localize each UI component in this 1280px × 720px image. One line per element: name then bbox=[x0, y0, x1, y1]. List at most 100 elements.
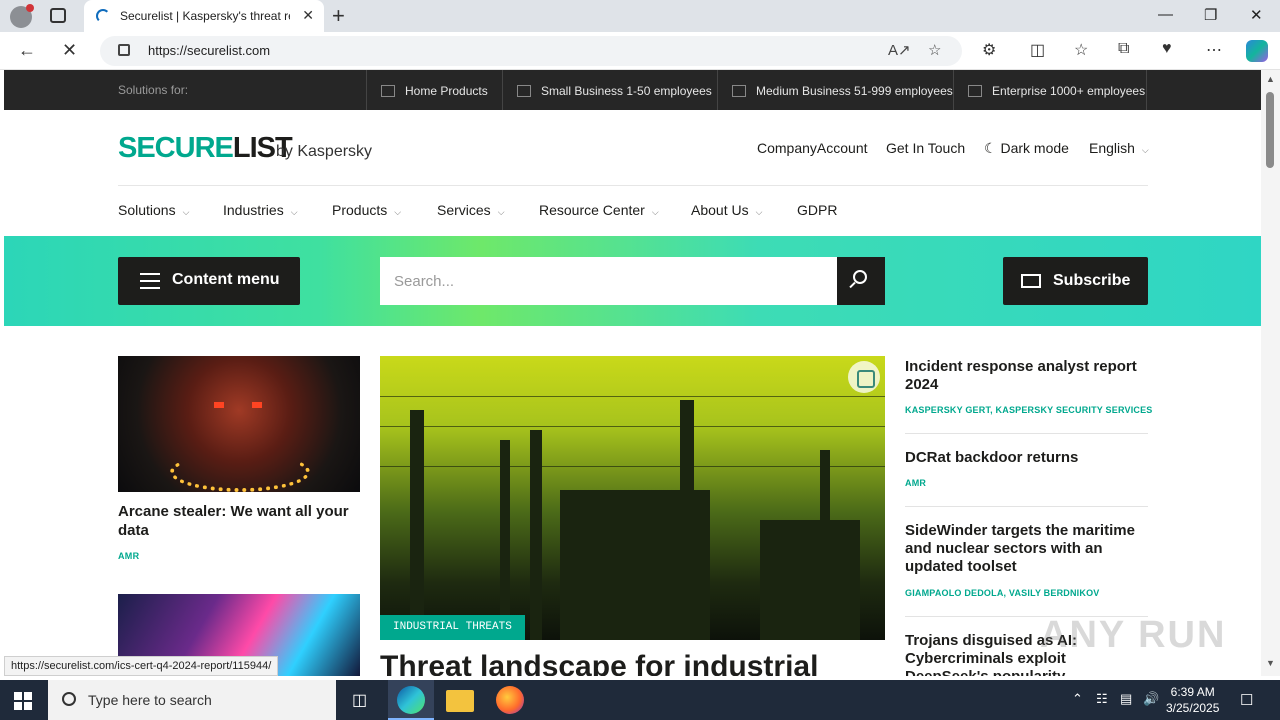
side-divider bbox=[905, 433, 1148, 434]
subscribe-button[interactable]: Subscribe bbox=[1003, 257, 1148, 305]
smokestack bbox=[410, 410, 424, 640]
company-account-link[interactable]: CompanyAccount bbox=[757, 140, 868, 156]
nav-resource-center[interactable]: Resource Center ⌵ bbox=[539, 202, 659, 218]
smokestack bbox=[530, 430, 542, 640]
scrollbar-thumb[interactable] bbox=[1266, 92, 1274, 168]
loading-spinner-icon bbox=[96, 9, 110, 23]
search-button[interactable] bbox=[837, 257, 885, 305]
language-selector[interactable]: English ⌵ bbox=[1089, 140, 1149, 156]
solutions-enterprise[interactable]: Enterprise 1000+ employees bbox=[953, 70, 1147, 110]
securelist-logo[interactable]: SECURELIST bbox=[118, 132, 293, 165]
nav-label: Industries bbox=[223, 202, 284, 218]
solutions-small-business[interactable]: Small Business 1-50 employees bbox=[502, 70, 717, 110]
copilot-icon[interactable] bbox=[1246, 40, 1268, 62]
task-view-icon[interactable]: ◫ bbox=[352, 690, 367, 710]
collections-icon[interactable]: ⧉ bbox=[1118, 40, 1129, 58]
featured-title[interactable]: Threat landscape for industrial bbox=[380, 650, 818, 676]
side-article-author[interactable]: GIAMPAOLO DEDOLA, VASILY BERDNIKOV bbox=[905, 588, 1100, 598]
category-tag[interactable]: INDUSTRIAL THREATS bbox=[380, 615, 525, 640]
browser-tab[interactable]: Securelist | Kaspersky's threat research… bbox=[84, 0, 324, 32]
new-tab-button[interactable]: + bbox=[332, 3, 345, 29]
edge-icon[interactable] bbox=[397, 686, 425, 714]
power-line bbox=[380, 426, 885, 427]
profile-avatar-icon[interactable] bbox=[10, 4, 34, 28]
nav-products[interactable]: Products ⌵ bbox=[332, 202, 401, 218]
taskbar-search[interactable]: Type here to search bbox=[48, 680, 336, 720]
tab-actions-icon[interactable] bbox=[50, 8, 66, 23]
read-aloud-icon[interactable]: A↗ bbox=[888, 41, 911, 59]
solutions-home-products[interactable]: Home Products bbox=[366, 70, 502, 110]
chevron-down-icon: ⌵ bbox=[182, 207, 190, 217]
tray-chevron-icon[interactable]: ⌃ bbox=[1072, 691, 1083, 707]
windows-taskbar: Type here to search ◫ ⌃ ☷ ▤ 🔊 6:39 AM 3/… bbox=[0, 680, 1280, 720]
smokestack bbox=[680, 400, 694, 640]
extensions-icon[interactable]: ⚙ bbox=[982, 40, 996, 60]
favorite-star-icon[interactable]: ☆ bbox=[928, 41, 941, 59]
featured-image[interactable] bbox=[380, 356, 885, 640]
favorites-icon[interactable]: ☆ bbox=[1074, 40, 1088, 60]
content-menu-button[interactable]: Content menu bbox=[118, 257, 300, 305]
side-article-title[interactable]: DCRat backdoor returns bbox=[905, 449, 1148, 467]
stop-loading-icon[interactable]: ✕ bbox=[62, 40, 77, 61]
power-line bbox=[380, 396, 885, 397]
solutions-bar: Solutions for: Home Products Small Busin… bbox=[4, 70, 1261, 110]
office-icon bbox=[732, 85, 746, 97]
dark-mode-toggle[interactable]: ☾ Dark mode bbox=[984, 140, 1069, 157]
side-article-author[interactable]: KASPERSKY GERT, KASPERSKY SECURITY SERVI… bbox=[905, 405, 1153, 415]
notifications-icon[interactable]: ☐ bbox=[1240, 691, 1253, 709]
power-line bbox=[380, 466, 885, 467]
hamburger-icon bbox=[140, 273, 160, 289]
tab-close-icon[interactable]: ✕ bbox=[302, 7, 314, 24]
volume-icon[interactable]: 🔊 bbox=[1143, 691, 1159, 707]
network-icon[interactable]: ▤ bbox=[1120, 691, 1132, 707]
moon-icon: ☾ bbox=[984, 140, 997, 156]
necklace-graphic bbox=[170, 452, 310, 492]
restore-button[interactable]: ❐ bbox=[1204, 6, 1217, 24]
close-window-button[interactable]: ✕ bbox=[1250, 6, 1263, 24]
nav-gdpr[interactable]: GDPR bbox=[797, 202, 837, 218]
article-title[interactable]: Arcane stealer: We want all your data bbox=[118, 502, 350, 540]
tray-device-icon[interactable]: ☷ bbox=[1096, 691, 1108, 707]
hero-band: Content menu Subscribe bbox=[4, 236, 1261, 326]
get-in-touch-link[interactable]: Get In Touch bbox=[886, 140, 965, 156]
arcane-stealer-image[interactable] bbox=[118, 356, 360, 492]
link-status-url: https://securelist.com/ics-cert-q4-2024-… bbox=[4, 656, 279, 676]
house-icon bbox=[381, 85, 395, 97]
lock-icon[interactable] bbox=[118, 44, 130, 56]
address-url[interactable]: https://securelist.com bbox=[148, 43, 270, 58]
factory-building bbox=[760, 520, 860, 640]
scroll-up-icon[interactable]: ▲ bbox=[1266, 74, 1275, 84]
visual-search-icon[interactable] bbox=[848, 361, 880, 393]
address-bar[interactable]: https://securelist.com A↗ ☆ bbox=[100, 36, 962, 66]
more-menu-icon[interactable]: ⋯ bbox=[1206, 40, 1222, 60]
nav-about-us[interactable]: About Us ⌵ bbox=[691, 202, 762, 218]
file-explorer-icon[interactable] bbox=[446, 690, 474, 712]
content-menu-label: Content menu bbox=[172, 271, 280, 288]
windows-start-icon[interactable] bbox=[14, 692, 32, 710]
search-icon bbox=[62, 692, 76, 706]
page-scrollbar[interactable]: ▲ ▼ bbox=[1261, 70, 1280, 676]
nav-solutions[interactable]: Solutions ⌵ bbox=[118, 202, 189, 218]
search-input[interactable] bbox=[380, 257, 837, 305]
smokestack bbox=[500, 440, 510, 640]
anyrun-watermark: ANY RUN bbox=[1040, 614, 1227, 656]
nav-label: Solutions bbox=[118, 202, 176, 218]
side-article-title[interactable]: Incident response analyst report 2024 bbox=[905, 358, 1148, 394]
minimize-button[interactable]: — bbox=[1158, 6, 1173, 23]
side-article-author[interactable]: AMR bbox=[905, 478, 926, 488]
tab-title: Securelist | Kaspersky's threat research bbox=[120, 9, 290, 23]
chevron-down-icon: ⌵ bbox=[1141, 145, 1149, 155]
browser-essentials-icon[interactable]: ♥ bbox=[1162, 40, 1172, 58]
solutions-medium-business[interactable]: Medium Business 51-999 employees bbox=[717, 70, 953, 110]
nav-industries[interactable]: Industries ⌵ bbox=[223, 202, 298, 218]
split-screen-icon[interactable]: ◫ bbox=[1030, 40, 1045, 60]
nav-services[interactable]: Services ⌵ bbox=[437, 202, 505, 218]
scroll-down-icon[interactable]: ▼ bbox=[1266, 658, 1275, 668]
article-author[interactable]: AMR bbox=[118, 551, 139, 561]
clock-time: 6:39 AM bbox=[1170, 685, 1215, 699]
chevron-down-icon: ⌵ bbox=[651, 207, 659, 217]
side-article-title[interactable]: SideWinder targets the maritime and nucl… bbox=[905, 522, 1148, 576]
firefox-icon[interactable] bbox=[496, 686, 524, 714]
taskbar-clock[interactable]: 6:39 AM 3/25/2025 bbox=[1166, 684, 1219, 716]
back-arrow-icon[interactable]: ← bbox=[18, 40, 36, 61]
